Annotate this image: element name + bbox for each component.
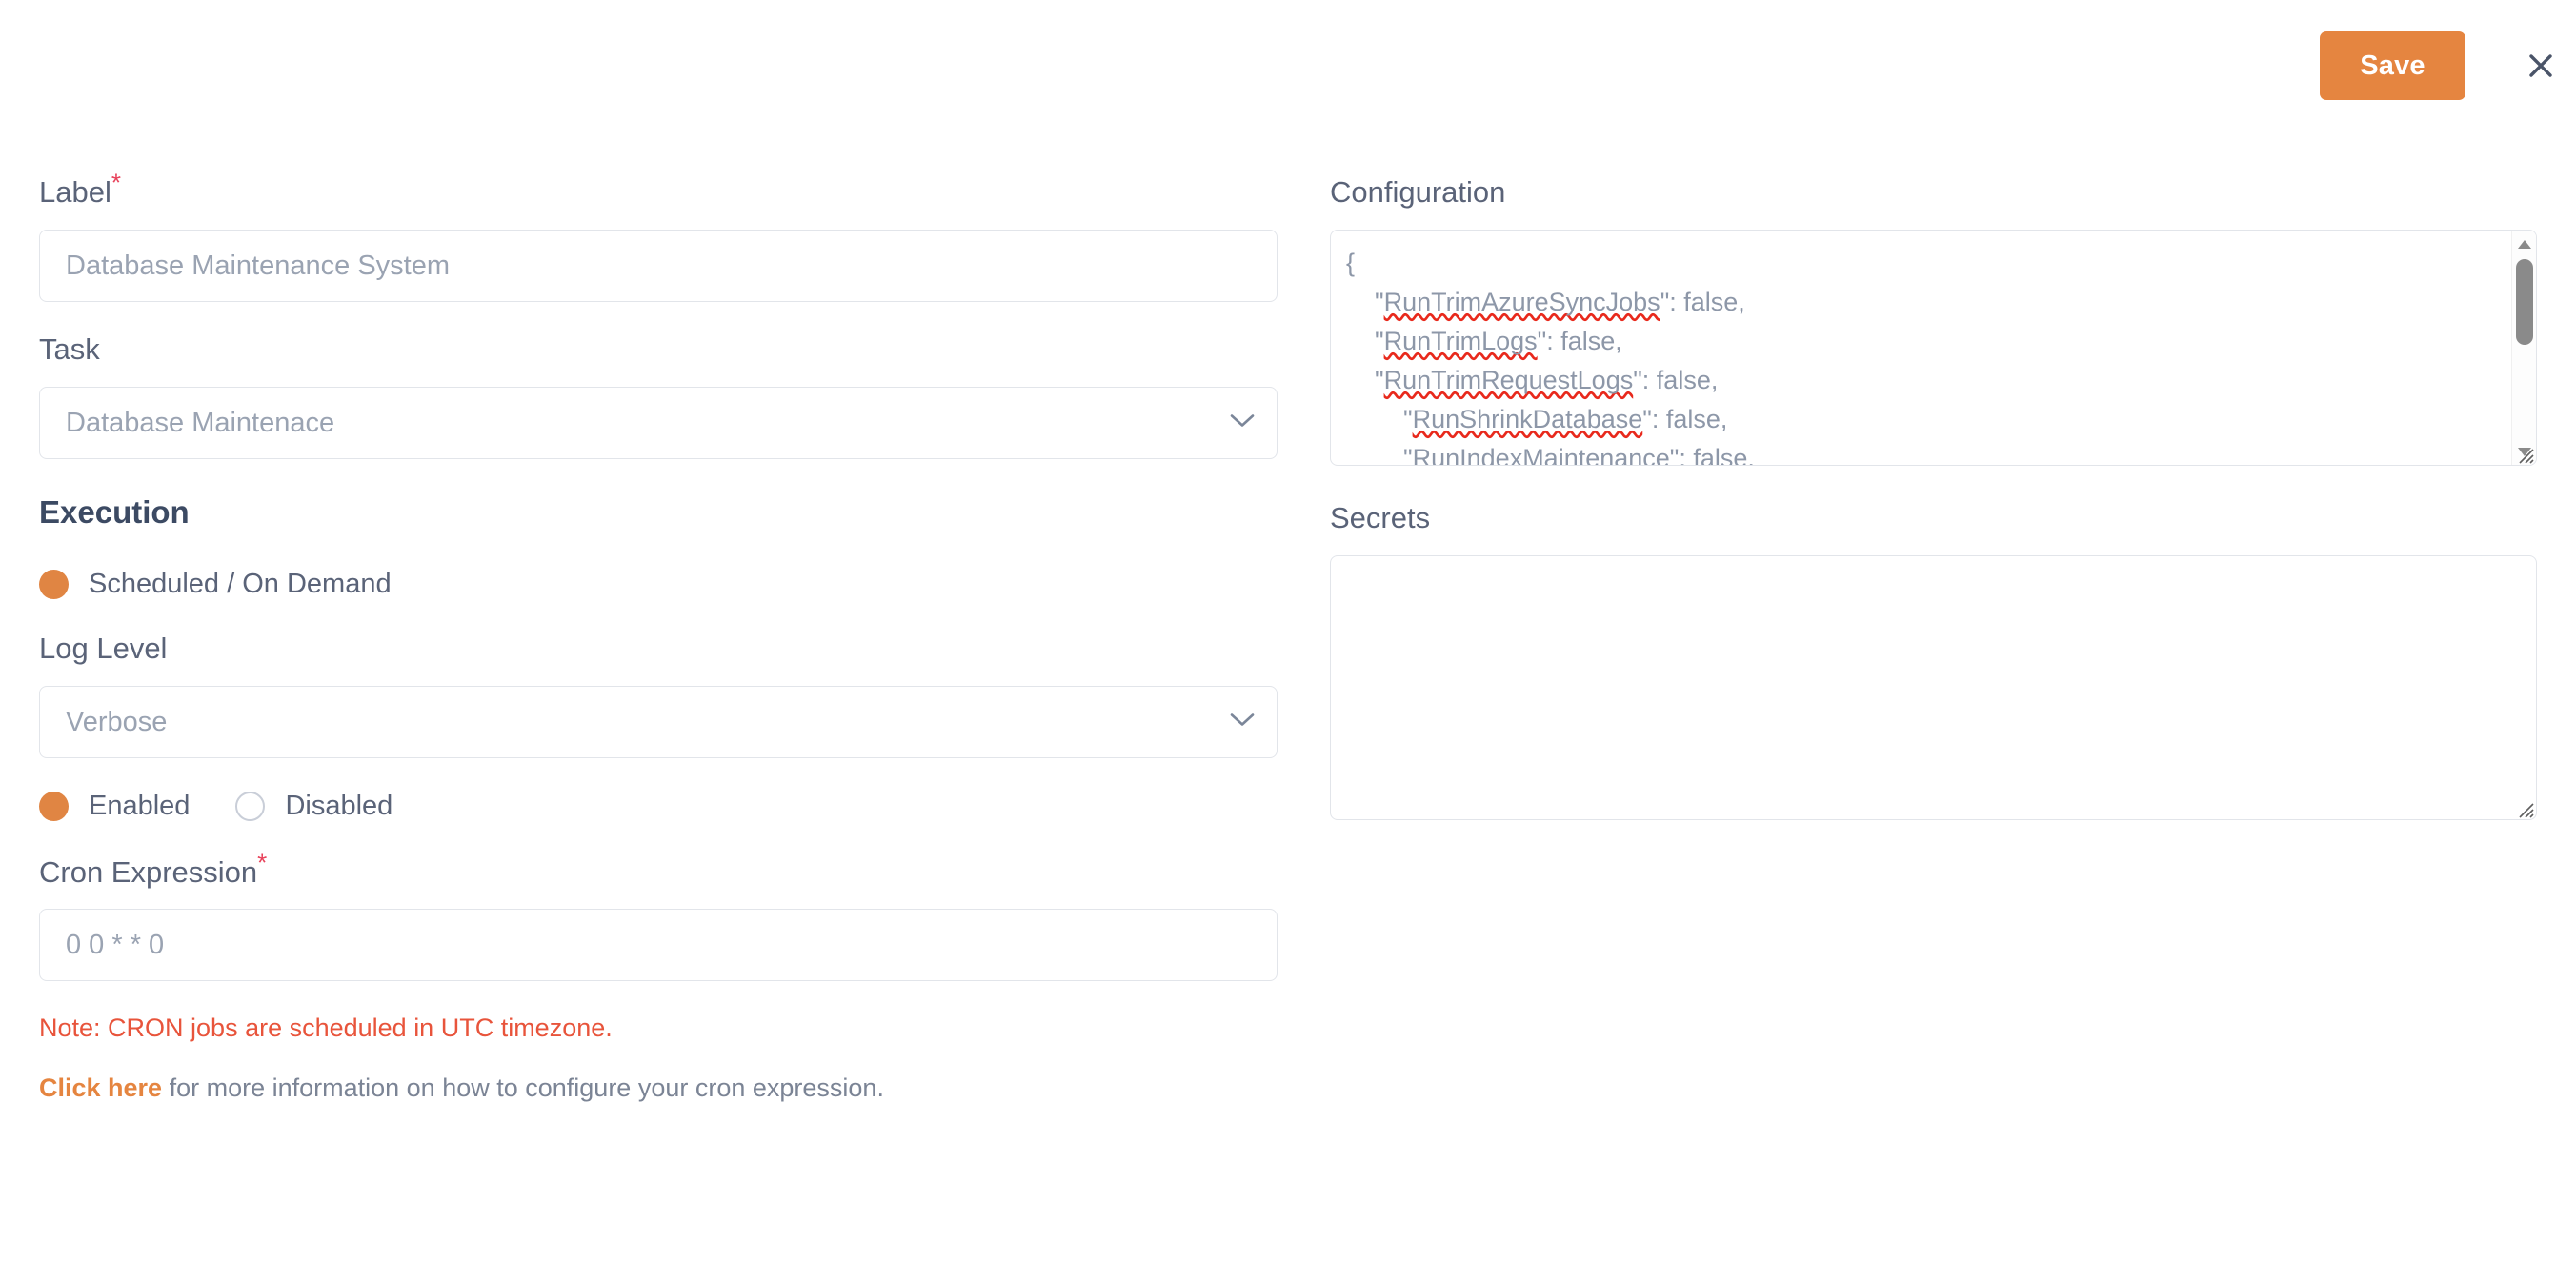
configuration-json-line: "RunTrimAzureSyncJobs": false, — [1346, 283, 2512, 322]
close-dialog-button[interactable] — [2523, 48, 2559, 84]
radio-disabled[interactable] — [235, 792, 265, 821]
configuration-textarea[interactable]: { "RunTrimAzureSyncJobs": false, "RunTri… — [1330, 230, 2537, 466]
cron-help-link[interactable]: Click here — [39, 1073, 162, 1102]
secrets-textarea[interactable] — [1330, 555, 2537, 820]
log-level-select-wrapper: Verbose — [39, 686, 1278, 758]
state-radio-group[interactable]: Enabled Disabled — [39, 791, 1278, 822]
configuration-json-line: "RunShrinkDatabase": false, — [1346, 400, 2512, 439]
json-key: RunShrinkDatabase — [1413, 405, 1643, 433]
scrollbar-thumb[interactable] — [2516, 259, 2533, 345]
radio-scheduled-on-demand-label: Scheduled / On Demand — [89, 569, 392, 600]
log-level-select[interactable]: Verbose — [39, 686, 1278, 758]
cron-field-label-text: Cron Expression — [39, 855, 257, 889]
json-key: RunTrimAzureSyncJobs — [1384, 288, 1660, 316]
task-select-wrapper: Database Maintenace — [39, 387, 1278, 459]
json-key: RunTrimRequestLogs — [1384, 366, 1634, 394]
configuration-scrollbar[interactable] — [2511, 231, 2536, 465]
task-select[interactable]: Database Maintenace — [39, 387, 1278, 459]
label-input[interactable] — [39, 230, 1278, 302]
radio-scheduled-on-demand[interactable] — [39, 570, 69, 599]
cron-help-line: Click here for more information on how t… — [39, 1075, 1278, 1101]
label-field-label: Label* — [39, 177, 1278, 207]
log-level-field-group: Log Level Verbose — [39, 633, 1278, 758]
configuration-json-content[interactable]: { "RunTrimAzureSyncJobs": false, "RunTri… — [1331, 231, 2512, 466]
json-key: RunIndexMaintenance — [1413, 444, 1670, 466]
dialog-toolbar: Save — [0, 0, 2576, 129]
close-icon — [2526, 51, 2555, 80]
radio-disabled-label: Disabled — [285, 791, 392, 822]
execution-heading: Execution — [39, 496, 1278, 528]
required-asterisk: * — [257, 849, 267, 877]
cron-field-label: Cron Expression* — [39, 857, 1278, 887]
execution-mode-radio-group[interactable]: Scheduled / On Demand — [39, 569, 1278, 600]
configuration-json-line: "RunTrimLogs": false, — [1346, 322, 2512, 361]
json-key: RunTrimLogs — [1384, 327, 1538, 355]
label-field-label-text: Label — [39, 175, 111, 209]
configuration-json-line: "RunTrimRequestLogs": false, — [1346, 361, 2512, 400]
scroll-up-arrow-icon[interactable] — [2512, 233, 2537, 254]
task-field-label: Task — [39, 334, 1278, 364]
configuration-json-line: "RunIndexMaintenance": false, — [1346, 439, 2512, 466]
cron-help-text: for more information on how to configure… — [162, 1073, 884, 1102]
cron-field-group: Cron Expression* — [39, 857, 1278, 981]
configuration-group: Configuration { "RunTrimAzureSyncJobs": … — [1330, 177, 2537, 466]
configuration-json-line: { — [1346, 244, 2512, 283]
secrets-group: Secrets — [1330, 503, 2537, 820]
task-field-group: Task Database Maintenace — [39, 334, 1278, 459]
required-asterisk: * — [111, 169, 121, 197]
log-level-label: Log Level — [39, 633, 1278, 663]
right-form-column: Configuration { "RunTrimAzureSyncJobs": … — [1330, 177, 2537, 820]
radio-enabled[interactable] — [39, 792, 69, 821]
left-form-column: Label* Task Database Maintenace Executio… — [39, 177, 1278, 1101]
secrets-content[interactable] — [1331, 556, 2512, 570]
resize-handle-icon[interactable] — [2515, 799, 2534, 818]
label-field-group: Label* — [39, 177, 1278, 302]
save-button[interactable]: Save — [2320, 31, 2465, 100]
cron-utc-note: Note: CRON jobs are scheduled in UTC tim… — [39, 1015, 1278, 1041]
radio-enabled-label: Enabled — [89, 791, 190, 822]
secrets-label: Secrets — [1330, 503, 2537, 532]
configuration-label: Configuration — [1330, 177, 2537, 207]
cron-expression-input[interactable] — [39, 909, 1278, 981]
resize-handle-icon[interactable] — [2515, 445, 2534, 464]
